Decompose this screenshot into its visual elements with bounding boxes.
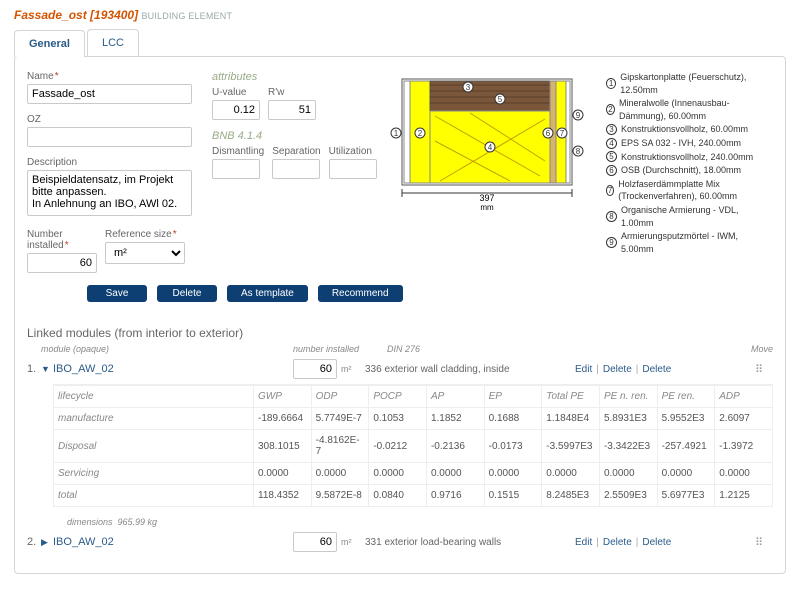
cross-section-area: 1 2 3 4 5 6 7 8 9 xyxy=(380,71,773,256)
reference-size-select[interactable]: m² xyxy=(105,242,185,264)
delete-button[interactable]: Delete xyxy=(157,285,217,302)
tab-lcc[interactable]: LCC xyxy=(87,29,139,56)
module-din: 336 exterior wall cladding, inside xyxy=(365,364,575,375)
drag-handle-icon[interactable]: ⠿ xyxy=(755,363,773,376)
svg-text:7: 7 xyxy=(560,129,565,138)
cross-section-figure: 1 2 3 4 5 6 7 8 9 xyxy=(380,71,600,211)
save-button[interactable]: Save xyxy=(87,285,147,302)
module-index: 2. xyxy=(27,536,41,548)
module-edit-link[interactable]: Edit xyxy=(575,364,592,375)
module-number-input[interactable] xyxy=(293,532,337,552)
svg-text:mm: mm xyxy=(480,203,494,211)
module-edit-link[interactable]: Edit xyxy=(575,537,592,548)
col-module: module (opaque) xyxy=(27,344,293,354)
module-name-link[interactable]: IBO_AW_02 xyxy=(53,536,293,548)
element-name: Fassade_ost xyxy=(14,8,87,22)
action-bar: Save Delete As template Recommend xyxy=(27,273,773,302)
table-row: Disposal308.1015-4.8162E-7-0.0212-0.2136… xyxy=(54,430,773,463)
legend-item: 8Organische Armierung - VDL, 1.00mm xyxy=(606,204,773,229)
module-delete-link[interactable]: Delete xyxy=(603,537,632,548)
svg-text:9: 9 xyxy=(576,111,581,120)
separation-input[interactable] xyxy=(272,159,320,179)
rw-input[interactable] xyxy=(268,100,316,120)
col-din: DIN 276 xyxy=(387,344,420,354)
module-number-input[interactable] xyxy=(293,359,337,379)
dismantling-label: Dismantling xyxy=(212,146,264,157)
table-row: Servicing0.00000.00000.00000.00000.00000… xyxy=(54,463,773,485)
svg-text:6: 6 xyxy=(546,129,551,138)
expand-toggle-icon[interactable]: ▶ xyxy=(41,537,53,548)
name-input[interactable] xyxy=(27,84,192,104)
legend-item: 4EPS SA 032 - IVH, 240.00mm xyxy=(606,137,773,150)
svg-text:1: 1 xyxy=(394,129,399,138)
svg-text:4: 4 xyxy=(488,143,493,152)
oz-input[interactable] xyxy=(27,127,192,147)
module-dimensions: dimensions 965.99 kg xyxy=(53,507,773,527)
module-delete-link[interactable]: Delete xyxy=(603,364,632,375)
module-delete-link[interactable]: Delete xyxy=(642,537,671,548)
svg-text:5: 5 xyxy=(498,95,503,104)
element-type: BUILDING ELEMENT xyxy=(141,11,232,21)
drag-handle-icon[interactable]: ⠿ xyxy=(755,536,773,549)
bnb-heading: BNB 4.1.4 xyxy=(212,130,360,142)
legend-item: 5Konstruktionsvollholz, 240.00mm xyxy=(606,151,773,164)
expand-toggle-icon[interactable]: ▼ xyxy=(41,364,53,374)
tab-general[interactable]: General xyxy=(14,30,85,57)
legend-item: 3Konstruktionsvollholz, 60.00mm xyxy=(606,123,773,136)
utilization-label: Utilization xyxy=(329,146,377,157)
reference-size-label: Reference size xyxy=(105,229,185,240)
legend-item: 1Gipskartonplatte (Feuerschutz), 12.50mm xyxy=(606,71,773,96)
attributes-heading: attributes xyxy=(212,71,360,83)
rw-label: R'w xyxy=(268,87,316,98)
uvalue-label: U-value xyxy=(212,87,260,98)
svg-text:3: 3 xyxy=(466,83,471,92)
number-installed-input[interactable] xyxy=(27,253,97,273)
legend-item: 2Mineralwolle (Innenausbau-Dämmung), 60.… xyxy=(606,97,773,122)
element-id: [193400] xyxy=(90,8,138,22)
legend-item: 6OSB (Durchschnitt), 18.00mm xyxy=(606,164,773,177)
module-unit: m² xyxy=(341,537,365,547)
linked-modules-section: Linked modules (from interior to exterio… xyxy=(27,302,773,557)
separation-label: Separation xyxy=(272,146,320,157)
table-row: manufacture-189.66645.7749E-70.10531.185… xyxy=(54,408,773,430)
description-label: Description xyxy=(27,157,192,168)
module-name-link[interactable]: IBO_AW_02 xyxy=(53,363,293,375)
description-input[interactable]: Beispieldatensatz, im Projekt bitte anpa… xyxy=(27,170,192,216)
linked-heading: Linked modules (from interior to exterio… xyxy=(27,326,773,340)
oz-label: OZ xyxy=(27,114,192,125)
cross-section-legend: 1Gipskartonplatte (Feuerschutz), 12.50mm… xyxy=(606,71,773,256)
utilization-input[interactable] xyxy=(329,159,377,179)
module-delete-link[interactable]: Delete xyxy=(642,364,671,375)
uvalue-input[interactable] xyxy=(212,100,260,120)
name-label: Name xyxy=(27,71,192,82)
page-title: Fassade_ost [193400] BUILDING ELEMENT xyxy=(14,4,786,30)
legend-item: 9Armierungsputzmörtel - IWM, 5.00mm xyxy=(606,230,773,255)
tab-bar: General LCC xyxy=(14,29,786,56)
svg-text:8: 8 xyxy=(576,147,581,156)
module-index: 1. xyxy=(27,363,41,375)
recommend-button[interactable]: Recommend xyxy=(318,285,403,302)
table-row: total118.43529.5872E-80.08400.97160.1515… xyxy=(54,485,773,507)
svg-text:397: 397 xyxy=(479,193,494,203)
general-panel: Name OZ Description Beispieldatensatz, i… xyxy=(14,56,786,574)
lifecycle-table: lifecycleGWPODPPOCPAPEPTotal PEPE n. ren… xyxy=(53,384,773,527)
module-row: 1.▼IBO_AW_02 m²336 exterior wall cladding… xyxy=(27,354,773,384)
svg-text:2: 2 xyxy=(418,129,423,138)
module-row: 2.▶IBO_AW_02 m²331 exterior load-bearing … xyxy=(27,527,773,557)
dismantling-input[interactable] xyxy=(212,159,260,179)
col-number: number installed xyxy=(293,344,387,354)
module-unit: m² xyxy=(341,364,365,374)
legend-item: 7Holzfaserdämmplatte Mix (Trockenverfahr… xyxy=(606,178,773,203)
module-din: 331 exterior load-bearing walls xyxy=(365,537,575,548)
as-template-button[interactable]: As template xyxy=(227,285,308,302)
number-installed-label: Number installed xyxy=(27,229,97,251)
col-move: Move xyxy=(751,344,773,354)
